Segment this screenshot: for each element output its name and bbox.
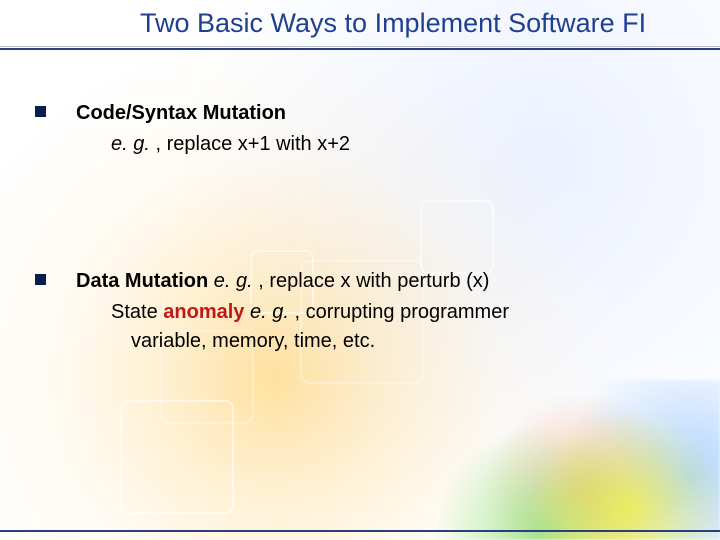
bullet-icon bbox=[35, 106, 46, 117]
bottom-separator bbox=[0, 530, 720, 532]
item-heading: Code/Syntax Mutation bbox=[76, 102, 286, 124]
anomaly-text: anomaly bbox=[163, 301, 244, 323]
item-sub: State anomaly e. g. , corrupting program… bbox=[111, 299, 690, 326]
eg-text: e. g. bbox=[214, 270, 258, 292]
bg-accent bbox=[420, 380, 720, 540]
sub-lead: State bbox=[111, 301, 163, 323]
page-title: Two Basic Ways to Implement Software FI bbox=[140, 8, 710, 39]
title-separator bbox=[0, 46, 720, 50]
bg-square bbox=[120, 400, 234, 514]
slide-body: Code/Syntax Mutation e. g. , replace x+1… bbox=[35, 100, 690, 365]
list-item: Code/Syntax Mutation e. g. , replace x+1… bbox=[35, 100, 690, 158]
sub-rest: , replace x+1 with x+2 bbox=[155, 133, 350, 155]
list-item: Data Mutation e. g. , replace x with per… bbox=[35, 268, 690, 355]
item-heading: Data Mutation bbox=[76, 270, 214, 292]
item-body: Code/Syntax Mutation e. g. , replace x+1… bbox=[76, 100, 690, 158]
eg-text: e. g. bbox=[250, 301, 294, 323]
item-body: Data Mutation e. g. , replace x with per… bbox=[76, 268, 690, 355]
slide: Two Basic Ways to Implement Software FI … bbox=[0, 0, 720, 540]
bullet-icon bbox=[35, 274, 46, 285]
inline-rest: , replace x with perturb (x) bbox=[258, 270, 489, 292]
sub-rest: , corrupting programmer bbox=[294, 301, 509, 323]
item-sub: e. g. , replace x+1 with x+2 bbox=[111, 131, 690, 158]
eg-text: e. g. bbox=[111, 133, 155, 155]
item-sub-line2: variable, memory, time, etc. bbox=[131, 328, 690, 355]
